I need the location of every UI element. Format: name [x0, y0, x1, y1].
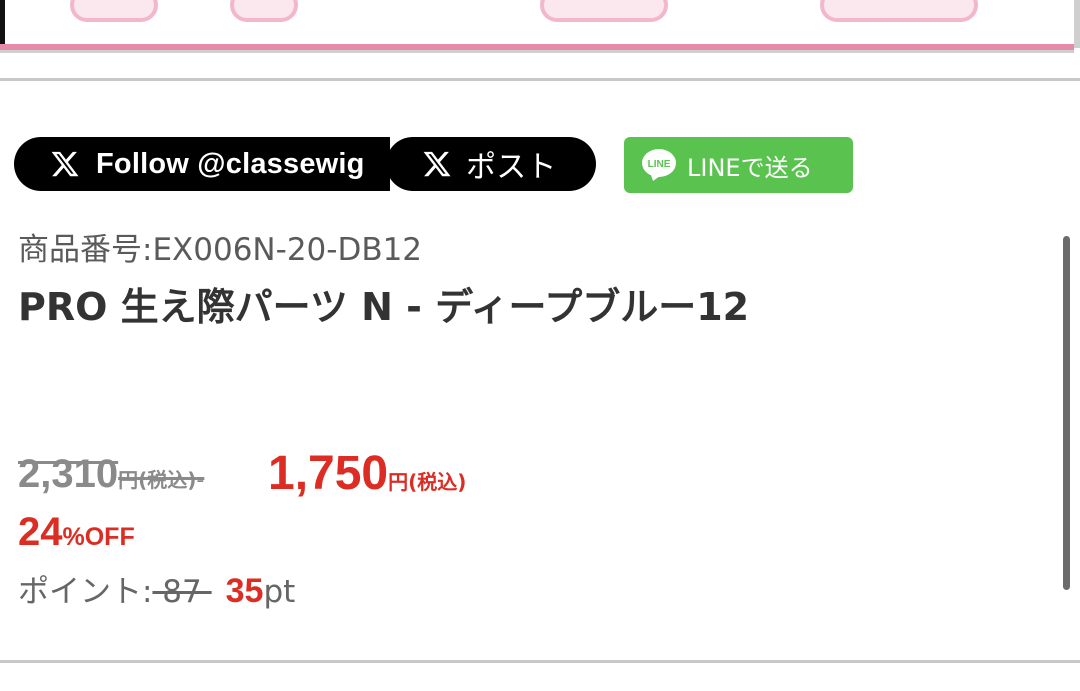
points-unit: pt	[263, 574, 296, 610]
banner-image	[0, 0, 1080, 50]
discount-suffix: %OFF	[62, 523, 135, 551]
x-post-label: ポスト	[466, 150, 557, 185]
original-price-value: 2,310	[18, 452, 119, 496]
section-divider	[0, 78, 1080, 81]
line-share-label: LINEで送る	[687, 153, 813, 182]
sale-price-unit: 円(税込)	[388, 470, 467, 494]
banner-decoration	[230, 0, 298, 22]
points-original: 87	[152, 574, 212, 610]
banner-decoration	[70, 0, 158, 22]
sale-price: 1,750円(税込)	[268, 446, 466, 501]
points-value: 35	[225, 572, 264, 610]
banner-edge	[0, 0, 5, 44]
scrollbar[interactable]	[1063, 236, 1070, 590]
x-logo-icon	[51, 151, 79, 177]
points-label: ポイント:	[18, 574, 153, 610]
product-code: 商品番号:EX006N-20-DB12	[18, 232, 423, 268]
product-page: Follow @classewig ポスト LINE LINEで送る 商品番号:…	[0, 0, 1080, 691]
svg-text:LINE: LINE	[648, 159, 671, 170]
x-follow-button[interactable]: Follow @classewig	[14, 137, 390, 191]
original-price-unit: 円(税込)	[118, 468, 197, 492]
original-price-tail: -	[196, 468, 205, 493]
line-share-button[interactable]: LINE LINEで送る	[624, 137, 853, 193]
x-post-button[interactable]: ポスト	[386, 137, 596, 191]
line-logo-icon: LINE	[642, 149, 676, 181]
section-divider	[0, 660, 1080, 663]
points-row: ポイント: 87 35pt	[18, 566, 295, 611]
sale-price-value: 1,750	[268, 447, 389, 500]
banner-edge	[1074, 0, 1080, 48]
original-price: 2,310円(税込)-	[18, 452, 204, 497]
discount-badge: 24%OFF	[18, 510, 135, 555]
x-follow-label: Follow @classewig	[96, 147, 365, 180]
discount-value: 24	[18, 510, 63, 554]
banner-decoration	[820, 0, 978, 22]
x-logo-icon	[423, 151, 451, 177]
product-title: PRO 生え際パーツ N - ディープブルー12	[18, 285, 750, 329]
banner-decoration	[540, 0, 668, 22]
